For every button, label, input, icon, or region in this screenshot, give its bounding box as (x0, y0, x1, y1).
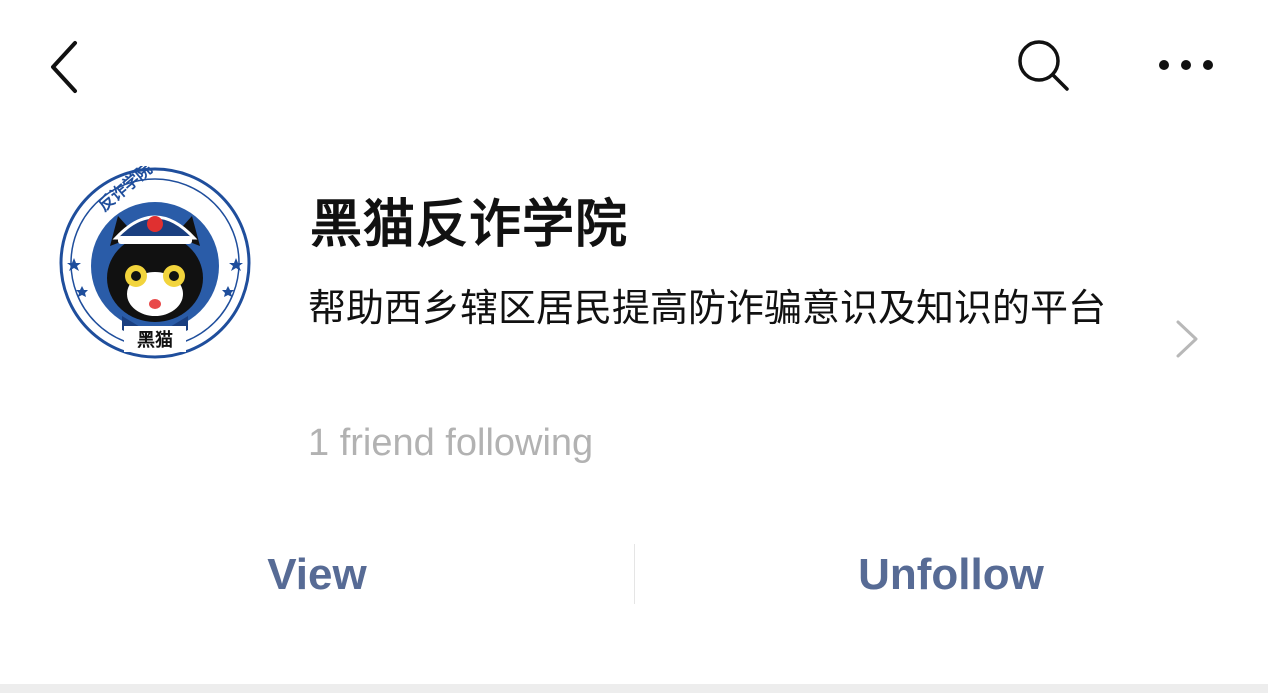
back-button[interactable] (30, 30, 100, 100)
bottom-separator (0, 684, 1268, 693)
chevron-right-icon[interactable] (1170, 314, 1204, 364)
search-button[interactable] (1006, 30, 1080, 100)
more-horizontal-icon (1159, 60, 1213, 70)
chevron-left-icon (51, 41, 77, 93)
avatar: 反诈学院 黑猫 (59, 166, 251, 359)
top-bar (0, 0, 1268, 130)
account-name: 黑猫反诈学院 (310, 195, 629, 255)
account-description: 帮助西乡辖区居民提高防诈骗意识及知识的平台 (308, 286, 1107, 330)
more-options-button[interactable] (1148, 30, 1224, 100)
followers-count: 1 friend following (308, 422, 594, 464)
avatar-bottom-text: 黑猫 (137, 329, 173, 351)
unfollow-button[interactable]: Unfollow (634, 540, 1268, 610)
view-button[interactable]: View (0, 540, 634, 610)
action-bar: View Unfollow (0, 540, 1268, 610)
search-icon (1018, 40, 1069, 91)
profile-card[interactable]: 反诈学院 黑猫 黑猫反诈学院 帮助西乡辖区居民提高防诈骗意识及知识的平台 1 f… (0, 150, 1268, 490)
